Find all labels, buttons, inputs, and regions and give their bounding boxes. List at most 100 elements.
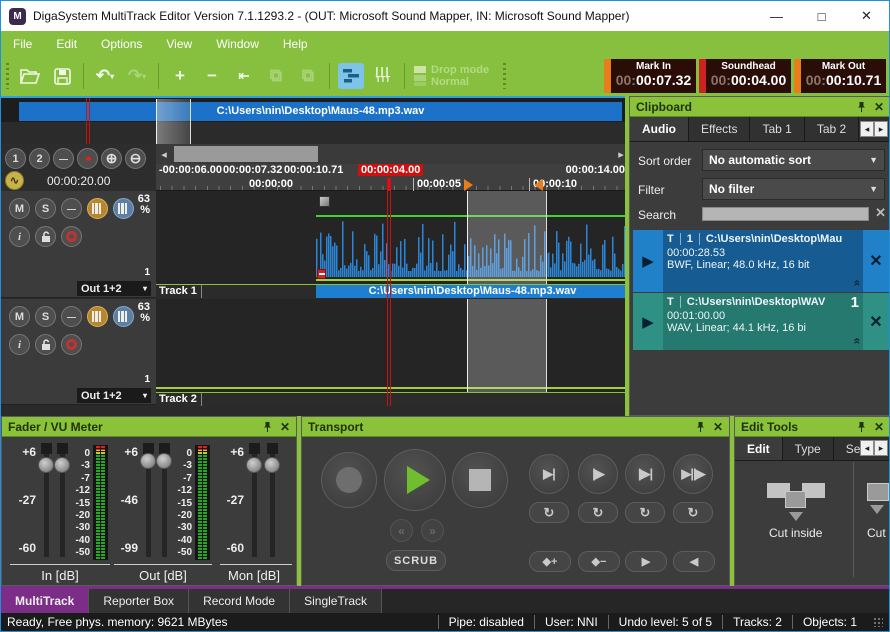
mark-in-flag-icon[interactable] [464,179,473,191]
next-marker-button[interactable]: ▶ [625,551,667,572]
overview-selection[interactable] [156,99,191,144]
tabs-scroll-left-icon[interactable]: ◂ [860,440,874,456]
zoom-preset-1-button[interactable]: 1 [5,148,26,169]
track1-selection[interactable] [467,191,547,284]
timeline-scrollbar[interactable]: ◂ ▸ [156,144,629,164]
menu-help[interactable]: Help [283,37,308,51]
close-panel-icon[interactable]: ✕ [874,100,884,114]
track1-mute-button[interactable]: M [9,198,30,219]
track2-solo-button[interactable]: S [35,306,56,327]
track2-lane[interactable] [156,299,629,392]
loop-3-button[interactable]: ↻ [625,502,665,523]
track1-waveform-mode-icon[interactable] [87,198,108,219]
track2-bottom-envelope[interactable] [156,387,629,389]
close-panel-icon[interactable]: ✕ [280,420,290,434]
menu-edit[interactable]: Edit [56,37,77,51]
zoom-minus-button[interactable]: — [53,148,74,169]
waveform-mode-icon[interactable]: ∿ [5,171,24,190]
menu-view[interactable]: View [166,37,192,51]
track2-name[interactable]: Track 2 [159,393,202,406]
cut-inside-icon[interactable] [767,479,825,513]
play-button[interactable] [384,449,446,511]
play-to-soundhead-button[interactable]: ▶| [529,454,569,494]
close-panel-icon[interactable]: ✕ [713,420,723,434]
in-fader-left-knob[interactable] [38,457,54,473]
out-fader-left-knob[interactable] [140,453,156,469]
redo-icon[interactable]: ↷▾ [124,63,150,89]
tab-edit[interactable]: Edit [735,437,783,460]
track2-waveform-mode-icon[interactable] [87,306,108,327]
group-left-icon[interactable]: ⧉ [263,63,289,89]
arrange-tracks-icon[interactable] [338,63,364,89]
track1-record-arm-button[interactable] [61,226,82,247]
loop-4-button[interactable]: ↻ [673,502,713,523]
toolbar-grip[interactable] [6,63,9,89]
entry-play-icon[interactable]: ▶ [633,293,663,350]
track2-output-select[interactable]: Out 1+2▾ [77,388,151,403]
track1-output-select[interactable]: Out 1+2▾ [77,281,151,296]
close-panel-icon[interactable]: ✕ [874,420,884,434]
tabs-scroll-right-icon[interactable]: ▸ [874,121,888,137]
minimize-button[interactable]: — [754,1,799,31]
cut-outside-label[interactable]: Cut o [867,526,890,540]
remove-marker-button[interactable]: ◆− [578,551,620,572]
insert-object-icon[interactable]: ⇤ [231,63,257,89]
tab-audio[interactable]: Audio [630,117,689,141]
track2-lock-icon[interactable] [35,334,56,355]
mark-out-display[interactable]: Mark Out 00:00:10.71 [794,59,886,93]
track1-envelope-mode-icon[interactable] [113,198,134,219]
track2-minimize-button[interactable]: — [61,306,82,327]
filter-select[interactable]: No filter▼ [702,178,885,200]
overview-clip[interactable]: C:\Users\nin\Desktop\Maus-48.mp3.wav [19,102,622,121]
pin-icon[interactable] [857,101,866,113]
toolbar-grip[interactable] [503,63,506,89]
mon-fader-right-knob[interactable] [264,457,280,473]
play-selection-button[interactable]: |▶| [625,454,665,494]
maximize-button[interactable]: □ [799,1,844,31]
pin-icon[interactable] [857,421,866,433]
overview-playhead[interactable] [86,98,90,144]
tabs-scroll-right-icon[interactable]: ▸ [874,440,888,456]
track1-lane[interactable] [156,191,629,284]
zoom-in-button[interactable]: ⊕ [101,148,122,169]
tab-multitrack[interactable]: MultiTrack [1,589,89,613]
track2-info-button[interactable]: i [9,334,30,355]
tab-reporter-box[interactable]: Reporter Box [89,589,189,613]
entry-remove-icon[interactable]: ✕ [863,230,889,292]
group-right-icon[interactable]: ⧉ [295,63,321,89]
collapse-icon[interactable]: « [851,338,863,345]
clipboard-entry[interactable]: ▶ TC:\Users\nin\Desktop\WAV 1 00:01:00.0… [633,293,889,350]
tab-singletrack[interactable]: SingleTrack [290,589,382,613]
mark-in-display[interactable]: Mark In 00:00:07.32 [604,59,696,93]
play-from-soundhead-button[interactable]: |▶ [578,454,618,494]
loop-2-button[interactable]: ↻ [578,502,618,523]
menu-window[interactable]: Window [216,37,259,51]
mon-fader-left-knob[interactable] [246,457,262,473]
add-marker-button[interactable]: ◆+ [529,551,571,572]
track1-clip-path-bar[interactable]: C:\Users\nin\Desktop\Maus-48.mp3.wav [316,285,629,298]
track1-fade-handle[interactable] [319,196,330,207]
tab-2[interactable]: Tab 2 [805,117,859,141]
forward-button[interactable]: » [421,519,444,542]
clipboard-entry[interactable]: ▶ T1C:\Users\nin\Desktop\Mau 00:00:28.53… [633,230,889,292]
track2-record-arm-button[interactable] [61,334,82,355]
pin-icon[interactable] [696,421,705,433]
zoom-selection-button[interactable]: ◂▸ [77,148,98,169]
loop-1-button[interactable]: ↻ [529,502,569,523]
entry-remove-icon[interactable]: ✕ [863,293,889,350]
play-around-button[interactable]: ▶||▶ [673,454,713,494]
mark-out-flag-icon[interactable] [534,179,543,191]
menu-file[interactable]: File [13,37,32,51]
open-file-icon[interactable] [17,63,43,89]
track1-minimize-button[interactable]: — [61,198,82,219]
overview-strip[interactable]: C:\Users\nin\Desktop\Maus-48.mp3.wav [1,96,629,144]
remove-track-icon[interactable]: − [199,63,225,89]
track1-info-button[interactable]: i [9,226,30,247]
search-input[interactable] [702,207,869,221]
stop-button[interactable] [452,452,508,508]
track2-selection[interactable] [467,299,547,392]
entry-play-icon[interactable]: ▶ [633,230,663,292]
soundhead-display[interactable]: Soundhead 00:00:04.00 [699,59,791,93]
track2-mute-button[interactable]: M [9,306,30,327]
close-button[interactable]: ✕ [844,1,889,31]
